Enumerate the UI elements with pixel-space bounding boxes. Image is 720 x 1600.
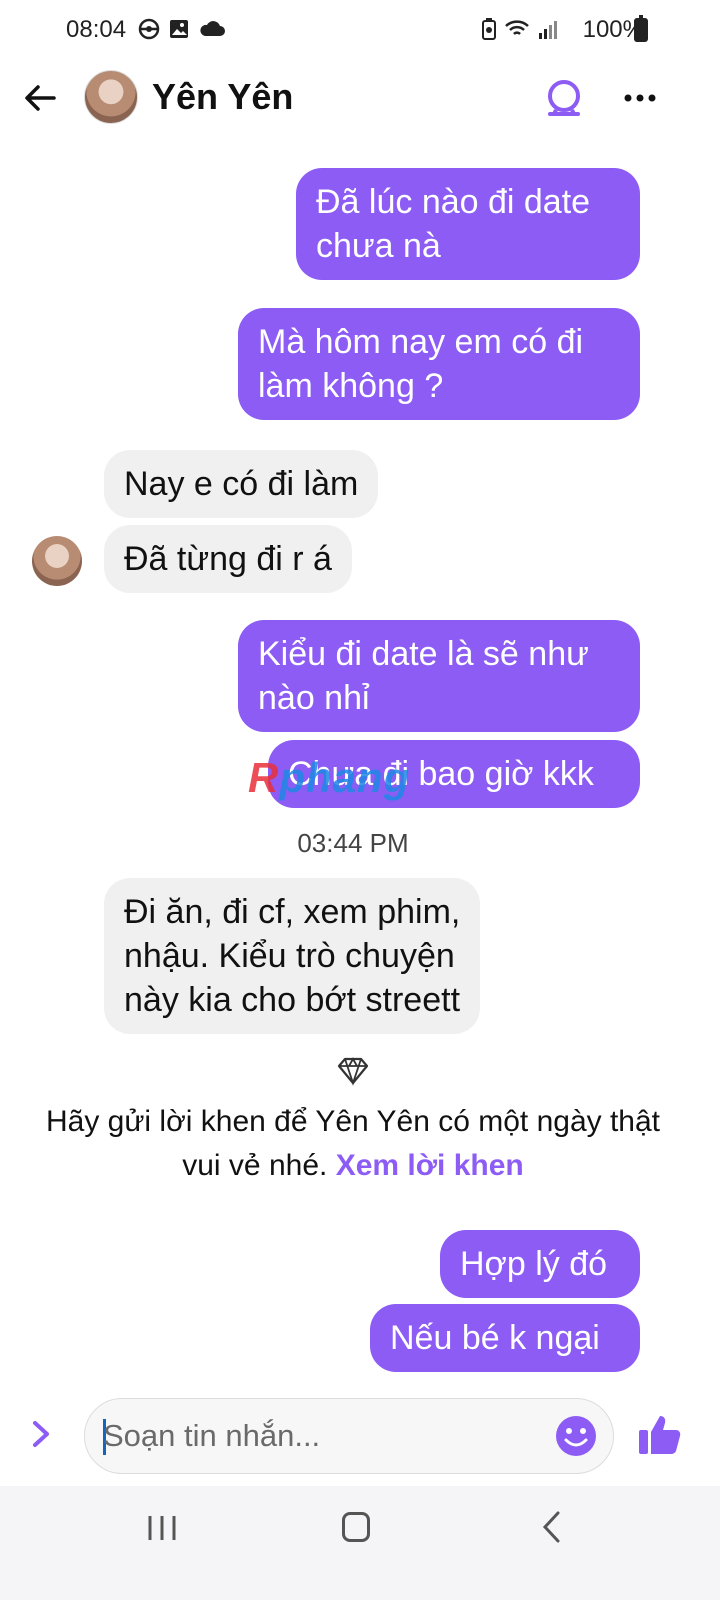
call-button[interactable] [542,76,586,120]
message-composer [0,1392,720,1480]
emoji-button[interactable] [555,1415,597,1457]
outgoing-message[interactable]: Kiểu đi date là sẽ như nào nhỉ [238,620,640,732]
status-bar: 08:04 100% [0,0,720,62]
chat-header: Yên Yên [0,62,720,136]
battery-saver-icon [482,18,496,40]
compliment-prompt: Hãy gửi lời khen để Yên Yên có một ngày … [30,1100,676,1188]
incoming-message[interactable]: Nay e có đi làm [104,450,379,518]
outgoing-message[interactable]: Mà hôm nay em có đi làm không ? [238,308,640,420]
battery-icon [634,15,648,42]
outgoing-message[interactable]: Đã lúc nào đi date chưa nà [296,168,640,280]
contact-name[interactable]: Yên Yên [152,76,293,118]
outgoing-message[interactable]: Nếu bé k ngại [370,1304,640,1372]
view-compliment-link[interactable]: Xem lời khen [336,1149,524,1182]
cloud-icon [200,21,225,36]
diamond-icon [336,1056,370,1086]
system-back-button[interactable] [540,1510,564,1544]
wifi-icon [505,20,529,35]
message-input-wrapper [84,1398,614,1474]
chevron-right-icon [33,1421,49,1447]
recent-apps-icon [148,1516,176,1540]
more-button[interactable] [620,80,660,116]
message-text: Nay e có đi làm [124,465,359,503]
thumbs-up-icon [639,1416,681,1454]
sender-avatar[interactable] [32,536,82,586]
message-text: Đã từng đi r á [124,540,332,578]
system-navigation-bar [0,1486,720,1600]
message-text: Hợp lý đó [460,1245,608,1283]
message-timestamp: 03:44 PM [297,828,409,858]
status-time: 08:04 [66,16,127,43]
emoji-icon [556,1416,596,1456]
status-left-icons [138,18,226,40]
message-text: Kiểu đi date là sẽ như nào nhỉ [258,635,589,717]
call-icon [548,80,580,116]
message-input[interactable] [103,1413,533,1459]
back-arrow-icon [25,85,56,111]
back-button[interactable] [20,78,60,118]
system-back-icon [542,1511,560,1543]
signal-icon [539,21,557,39]
status-right-icons [482,18,560,40]
watermark-rest: phang [279,754,411,801]
steering-wheel-icon [138,18,160,40]
message-text: Đã lúc nào đi date chưa nà [316,183,591,265]
outgoing-message[interactable]: Hợp lý đó [440,1230,640,1298]
message-text: Đi ăn, đi cf, xem phim, nhậu. Kiểu trò c… [124,893,461,1019]
message-text: Nếu bé k ngại [390,1319,600,1357]
watermark-first-letter: R [248,754,280,801]
more-icon [624,94,656,102]
avatar[interactable] [84,70,138,124]
like-button[interactable] [636,1410,684,1458]
image-icon [170,20,188,38]
incoming-message[interactable]: Đi ăn, đi cf, xem phim, nhậu. Kiểu trò c… [104,878,481,1034]
expand-actions-button[interactable] [28,1414,56,1454]
recent-apps-button[interactable] [146,1514,178,1542]
incoming-message[interactable]: Đã từng đi r á [104,525,352,593]
home-button[interactable] [342,1512,370,1542]
watermark-logo: Rphang [248,754,410,802]
message-text: Mà hôm nay em có đi làm không ? [258,323,584,405]
